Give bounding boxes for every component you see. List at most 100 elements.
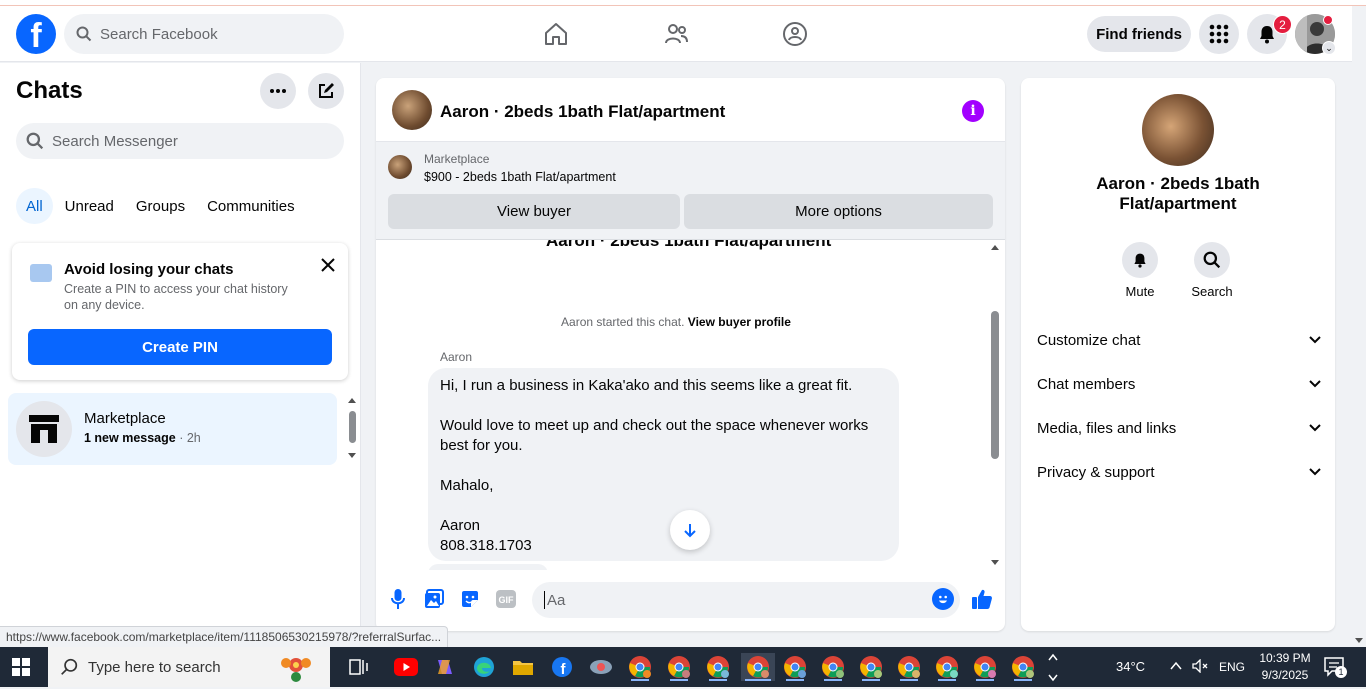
chrome-profile-icon[interactable] <box>818 653 848 681</box>
new-message-compose-icon[interactable] <box>308 73 344 109</box>
facebook-logo[interactable]: f <box>16 14 56 54</box>
scroll-to-bottom-arrow-icon[interactable] <box>670 510 710 550</box>
chat-list-item[interactable]: Marketplace 1 new message · 2h <box>8 393 337 465</box>
chrome-profile-icon[interactable] <box>970 653 1000 681</box>
conversation-title[interactable]: Aaron · 2beds 1bath Flat/apartment <box>440 102 725 122</box>
chevron-down-icon <box>1309 424 1321 432</box>
facebook-app-icon[interactable]: f <box>547 653 577 681</box>
chat-members-section[interactable]: Chat members <box>1037 362 1321 406</box>
taskbar-running-indicator <box>862 679 880 681</box>
edge-browser-icon[interactable] <box>469 653 499 681</box>
chrome-profile-icon[interactable] <box>664 653 694 681</box>
view-buyer-profile-link[interactable]: View buyer profile <box>688 315 791 329</box>
chat-started-notice: Aaron started this chat. View buyer prof… <box>376 315 976 329</box>
sticker-icon[interactable] <box>458 587 482 611</box>
message-input[interactable]: Aa <box>532 582 960 618</box>
chat-list-scrollbar[interactable] <box>346 393 358 463</box>
friends-icon[interactable] <box>660 18 692 50</box>
menu-grid-icon[interactable] <box>1199 14 1239 54</box>
clock-time[interactable]: 10:39 PM <box>1258 651 1312 665</box>
action-center-notification-icon[interactable]: 1 <box>1324 657 1347 682</box>
page-scrollbar[interactable] <box>1352 62 1366 647</box>
mute-action[interactable]: Mute <box>1108 242 1172 299</box>
close-icon[interactable] <box>316 253 340 277</box>
pin-card-title: Avoid losing your chats <box>64 261 234 278</box>
emoji-icon[interactable] <box>932 588 954 610</box>
info-icon[interactable]: i <box>962 100 984 122</box>
chrome-profile-icon-active[interactable] <box>741 653 775 681</box>
chat-item-name: Marketplace <box>84 410 166 427</box>
conversation-avatar[interactable] <box>392 90 432 130</box>
taskbar-search-input[interactable]: Type here to search <box>48 647 330 687</box>
gif-icon[interactable]: GIF <box>494 587 518 611</box>
search-icon <box>1194 242 1230 278</box>
copilot-app-icon[interactable] <box>430 653 460 681</box>
media-files-links-section[interactable]: Media, files and links <box>1037 406 1321 450</box>
filter-unread[interactable]: Unread <box>59 188 122 224</box>
home-icon[interactable] <box>540 18 572 50</box>
taskbar-running-indicator <box>938 679 956 681</box>
file-explorer-icon[interactable] <box>508 653 538 681</box>
clock-date[interactable]: 9/3/2025 <box>1258 668 1312 682</box>
chrome-profile-icon[interactable] <box>856 653 886 681</box>
chrome-profile-icon[interactable] <box>703 653 733 681</box>
account-chevron-down-icon[interactable]: ⌄ <box>1322 41 1336 55</box>
taskbar-overflow-scroll[interactable] <box>1046 651 1060 683</box>
filter-all[interactable]: All <box>16 188 53 224</box>
chrome-profile-icon[interactable] <box>625 653 655 681</box>
photo-attach-icon[interactable] <box>422 587 446 611</box>
thumbs-up-icon[interactable] <box>970 587 994 611</box>
media-files-links-label: Media, files and links <box>1037 419 1177 437</box>
marketplace-store-icon <box>16 401 72 457</box>
message-input-placeholder: Aa <box>547 591 566 609</box>
input-language[interactable]: ENG <box>1219 660 1245 674</box>
task-view-icon[interactable] <box>344 653 374 681</box>
youtube-app-icon[interactable] <box>391 653 421 681</box>
action-center-count: 1 <box>1335 666 1347 678</box>
chat-started-text: Aaron started this chat. <box>561 315 685 329</box>
chat-info-avatar[interactable] <box>1142 94 1214 166</box>
chrome-profile-icon[interactable] <box>1008 653 1038 681</box>
chats-options-more-icon[interactable] <box>260 73 296 109</box>
message-bubble[interactable]: Hi, I run a business in Kaka'ako and thi… <box>428 368 899 561</box>
chevron-down-icon <box>1309 468 1321 476</box>
listing-price-title[interactable]: $900 - 2beds 1bath Flat/apartment <box>424 170 616 184</box>
facebook-search-placeholder: Search Facebook <box>100 25 218 43</box>
weather-temperature[interactable]: 34°C <box>1116 659 1145 674</box>
facebook-topbar: f Search Facebook Find friends 2 ⌄ <box>0 6 1352 62</box>
volume-muted-icon[interactable] <box>1192 658 1208 678</box>
create-pin-button[interactable]: Create PIN <box>28 329 332 365</box>
taskbar-running-indicator <box>824 679 842 681</box>
filter-groups[interactable]: Groups <box>128 188 193 224</box>
mute-label: Mute <box>1125 284 1155 299</box>
messenger-search-input[interactable]: Search Messenger <box>16 123 344 159</box>
search-in-chat-action[interactable]: Search <box>1180 242 1244 299</box>
message-bubble-partial[interactable] <box>428 564 548 570</box>
windows-start-icon[interactable] <box>12 658 30 681</box>
bell-icon <box>1122 242 1158 278</box>
customize-chat-section[interactable]: Customize chat <box>1037 318 1321 362</box>
groups-icon[interactable] <box>779 18 811 50</box>
taskbar-running-indicator <box>1014 679 1032 681</box>
pin-card-description: Create a PIN to access your chat history… <box>64 282 288 312</box>
chrome-profile-icon[interactable] <box>780 653 810 681</box>
chevron-down-icon <box>1309 336 1321 344</box>
text-caret <box>544 591 545 609</box>
pinned-app-icon[interactable] <box>586 653 616 681</box>
chrome-profile-icon[interactable] <box>894 653 924 681</box>
taskbar-running-indicator <box>900 679 918 681</box>
show-hidden-icons-chevron-up-icon[interactable] <box>1170 659 1182 677</box>
message-list-scrollbar-thumb[interactable] <box>991 311 999 459</box>
view-buyer-button[interactable]: View buyer <box>388 194 680 229</box>
privacy-support-section[interactable]: Privacy & support <box>1037 450 1321 494</box>
filter-communities[interactable]: Communities <box>199 188 303 224</box>
find-friends-button[interactable]: Find friends <box>1087 16 1191 52</box>
chrome-profile-icon[interactable] <box>932 653 962 681</box>
facebook-search-input[interactable]: Search Facebook <box>64 14 344 54</box>
taskbar-running-indicator <box>786 679 804 681</box>
microphone-icon[interactable] <box>386 587 410 611</box>
more-options-button[interactable]: More options <box>684 194 993 229</box>
chat-item-time: · 2h <box>179 431 201 445</box>
conversation-intro-title: Aaron · 2beds 1bath Flat/apartment <box>546 240 832 250</box>
svg-text:GIF: GIF <box>499 595 515 605</box>
